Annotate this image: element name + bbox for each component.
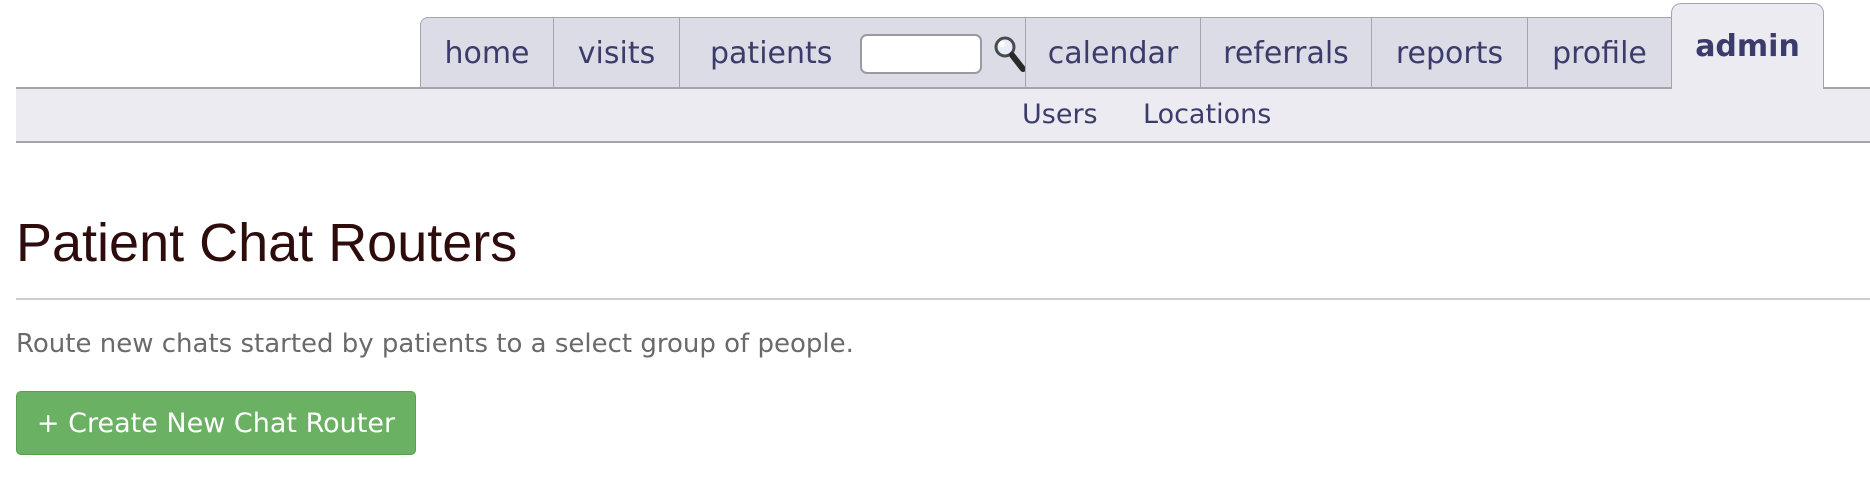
- tab-home[interactable]: home: [420, 17, 554, 89]
- tab-reports[interactable]: reports: [1371, 17, 1528, 89]
- tab-admin[interactable]: admin: [1671, 3, 1824, 89]
- tab-patients: patients: [679, 17, 1028, 89]
- search-icon[interactable]: [992, 34, 1028, 74]
- page-description: Route new chats started by patients to a…: [16, 329, 854, 359]
- admin-subnav: Users Locations: [16, 87, 1870, 143]
- subnav-item-locations[interactable]: Locations: [1143, 99, 1271, 130]
- patient-search-input[interactable]: [860, 33, 983, 74]
- tab-profile[interactable]: profile: [1527, 17, 1672, 89]
- tab-patients-label[interactable]: patients: [710, 36, 832, 71]
- tab-referrals[interactable]: referrals: [1200, 17, 1372, 89]
- create-chat-router-button[interactable]: + Create New Chat Router: [16, 391, 416, 455]
- tab-visits[interactable]: visits: [553, 17, 680, 89]
- title-divider: [16, 298, 1870, 300]
- main-nav: home visits patients calendar referrals …: [420, 3, 1824, 89]
- tab-calendar[interactable]: calendar: [1025, 17, 1201, 89]
- subnav-item-users[interactable]: Users: [1022, 99, 1098, 130]
- page-title: Patient Chat Routers: [16, 213, 518, 273]
